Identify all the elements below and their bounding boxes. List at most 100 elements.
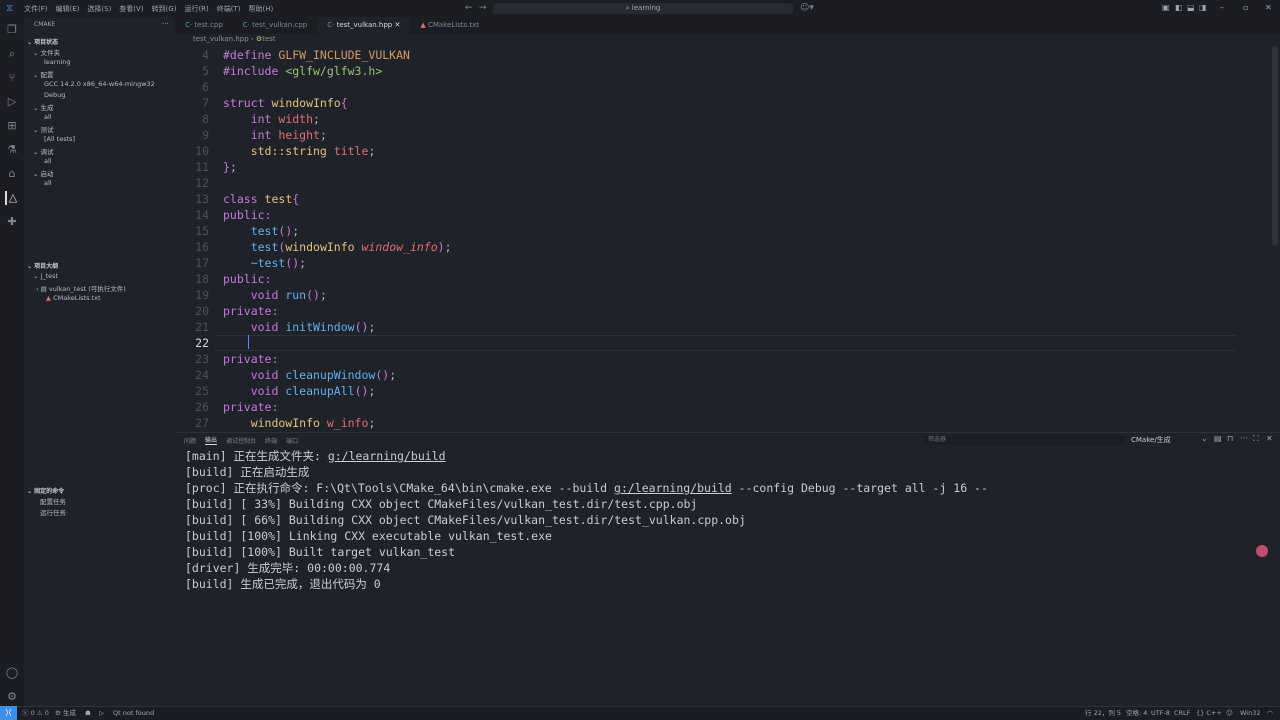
debug-icon[interactable]: ☗	[85, 707, 91, 720]
tree-build-value[interactable]: all	[44, 113, 52, 121]
output-link[interactable]: g:/learning/build	[614, 481, 732, 495]
run-debug-icon[interactable]: ▷	[5, 95, 19, 109]
line-ending[interactable]: CRLF	[1174, 707, 1190, 720]
clear-output-icon[interactable]: ▤	[1214, 434, 1222, 443]
code-token: test	[223, 224, 279, 238]
tree-launch[interactable]: ⌄ 启动	[33, 168, 54, 178]
menu-selection[interactable]: 选择(S)	[87, 4, 111, 14]
floating-avatar[interactable]	[1256, 545, 1268, 557]
tab-test-cpp[interactable]: C· test.cpp	[175, 17, 233, 34]
outline-root[interactable]: ⌄ j_test	[33, 272, 58, 280]
layout-customize-icon[interactable]: ▣	[1162, 3, 1170, 12]
toggle-secondary-sidebar-icon[interactable]: ◨	[1199, 3, 1207, 12]
menu-go[interactable]: 转到(G)	[152, 4, 177, 14]
menu-view[interactable]: 查看(V)	[119, 4, 143, 14]
settings-gear-icon[interactable]: ⚙	[5, 690, 19, 704]
tree-test[interactable]: ⌄ 测试	[33, 124, 54, 134]
cmake-icon[interactable]: △	[5, 191, 19, 205]
extensions-icon[interactable]: ⊞	[5, 119, 19, 133]
section-project-outline[interactable]: ⌄ 项目大纲	[27, 261, 58, 270]
tree-debug-value[interactable]: all	[44, 157, 52, 165]
menu-run[interactable]: 运行(R)	[184, 4, 208, 14]
panel-tab-output[interactable]: 输出	[205, 435, 218, 445]
menu-help[interactable]: 帮助(H)	[249, 4, 274, 14]
toggle-panel-icon[interactable]: ⬓	[1187, 3, 1195, 12]
panel-tab-problems[interactable]: 问题	[184, 436, 196, 445]
toggle-sidebar-icon[interactable]: ◧	[1175, 3, 1183, 12]
menu-file[interactable]: 文件(F)	[24, 4, 48, 14]
more-actions-icon[interactable]: ···	[162, 20, 169, 28]
section-project-status[interactable]: ⌄ 项目状态	[27, 37, 58, 46]
command-center-search[interactable]: ⌕ learning	[493, 3, 793, 14]
tab-test-vulkan-hpp[interactable]: C· test_vulkan.hpp ✕	[317, 17, 411, 34]
maximize-panel-icon[interactable]: ⛶	[1253, 434, 1259, 444]
remote-indicator-icon[interactable]: ⟩⟨	[0, 706, 17, 720]
tree-launch-value[interactable]: all	[44, 179, 52, 187]
build-status-button[interactable]: ⚙ 生成	[55, 707, 76, 720]
output-link[interactable]: g:/learning/build	[328, 449, 446, 463]
close-tab-icon[interactable]: ✕	[394, 21, 400, 29]
tab-cmakelists[interactable]: ▲ CMakeLists.txt	[410, 17, 489, 34]
tree-config-type[interactable]: Debug	[44, 91, 65, 99]
breadcrumb-symbol[interactable]: test	[262, 35, 275, 43]
code-token: window_info	[361, 240, 438, 254]
panel-tab-debug-console[interactable]: 调试控制台	[226, 436, 256, 445]
line-number: 9	[202, 128, 209, 142]
tree-build[interactable]: ⌄ 生成	[33, 102, 54, 112]
output-channel-select[interactable]: CMake/生成	[1131, 435, 1171, 445]
outline-target[interactable]: › ▤ vulkan_test (可执行文件)	[36, 283, 126, 293]
pinned-configure-task[interactable]: 配置任务	[40, 496, 66, 506]
close-window-icon[interactable]: ✕	[1265, 3, 1272, 12]
section-pinned-commands[interactable]: ⌄ 固定的命令	[27, 486, 64, 495]
output-log[interactable]: [main] 正在生成文件夹: g:/learning/build [build]…	[185, 448, 988, 592]
tree-debug[interactable]: ⌄ 调试	[33, 146, 54, 156]
forward-arrow-icon[interactable]: →	[479, 3, 487, 13]
remote-icon[interactable]: ⌂	[5, 167, 19, 181]
pinned-run-task[interactable]: 运行任务	[40, 507, 66, 517]
breadcrumb-file[interactable]: test_vulkan.hpp	[193, 35, 249, 43]
encoding[interactable]: UTF-8	[1151, 707, 1170, 720]
explorer-icon[interactable]: ❐	[5, 23, 19, 37]
tree-config[interactable]: ⌄ 配置	[33, 69, 54, 79]
language-mode[interactable]: {} C++	[1196, 707, 1222, 720]
code-token: void	[223, 288, 286, 302]
tree-folder[interactable]: ⌄ 文件夹	[33, 47, 60, 57]
more-icon[interactable]: ···	[1240, 434, 1248, 443]
close-panel-icon[interactable]: ✕	[1266, 434, 1273, 443]
copilot-icon[interactable]: ☺▾	[800, 3, 814, 13]
problems-status[interactable]: ⓧ 0 ⚠ 0	[22, 707, 49, 720]
tree-folder-value[interactable]: learning	[44, 58, 71, 66]
run-icon[interactable]: ▷	[99, 707, 104, 720]
python-icon[interactable]: ✚	[5, 215, 19, 229]
panel-tab-ports[interactable]: 端口	[286, 436, 298, 445]
tree-config-kit[interactable]: GCC 14.2.0 x86_64-w64-mingw32	[44, 80, 155, 88]
tab-test-vulkan-cpp[interactable]: C· test_vulkan.cpp	[233, 17, 317, 34]
testing-icon[interactable]: ⚗	[5, 143, 19, 157]
code-token: std::string	[223, 144, 334, 158]
code-token: run	[285, 288, 307, 302]
menu-edit[interactable]: 编辑(E)	[56, 4, 80, 14]
menu-terminal[interactable]: 终端(T)	[217, 4, 241, 14]
maximize-icon[interactable]: ▫	[1243, 3, 1248, 12]
platform[interactable]: Win32	[1240, 707, 1260, 720]
chevron-down-icon[interactable]: ⌄	[1201, 434, 1208, 443]
code-token: )	[437, 240, 445, 254]
editor-scrollbar[interactable]	[1272, 46, 1278, 246]
back-arrow-icon[interactable]: ←	[465, 3, 473, 13]
outline-cmakelists[interactable]: ▲ CMakeLists.txt	[46, 294, 101, 302]
account-icon[interactable]: ◯	[5, 666, 19, 680]
notifications-bell-icon[interactable]: ◠	[1267, 707, 1273, 720]
tree-test-value[interactable]: [All tests]	[44, 135, 75, 143]
indentation[interactable]: 空格: 4	[1126, 707, 1147, 720]
source-control-icon[interactable]: ⑂	[5, 71, 19, 85]
panel-tab-terminal[interactable]: 终端	[265, 436, 277, 445]
cursor-position[interactable]: 行 22，列 5	[1085, 707, 1121, 720]
code-editor[interactable]: 4 #define GLFW_INCLUDE_VULKAN 5 #include <g…	[175, 46, 1235, 430]
copilot-status-icon[interactable]: ☺	[1226, 707, 1233, 720]
lock-icon[interactable]: ⊓	[1227, 434, 1233, 443]
qt-status[interactable]: Qt not found	[113, 707, 154, 720]
output-filter-input[interactable]: 筛选器	[925, 435, 1125, 445]
code-token: windowInfo	[285, 240, 362, 254]
minimize-icon[interactable]: –	[1220, 3, 1224, 12]
search-icon[interactable]: ⌕	[5, 47, 19, 61]
